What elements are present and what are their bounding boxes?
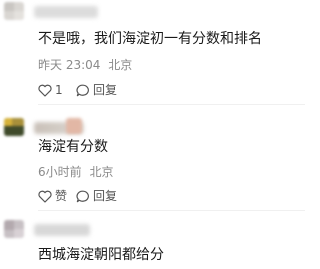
- comment-meta: 6小时前 北京: [38, 165, 113, 179]
- comment-meta: 昨天 23:04 北京: [38, 58, 132, 72]
- username[interactable]: [34, 224, 90, 236]
- avatar[interactable]: [4, 118, 24, 136]
- reply-label: 回复: [93, 189, 118, 203]
- like-button[interactable]: 1: [38, 82, 63, 98]
- user-badge: [66, 118, 82, 134]
- comment-item: 海淀有分数 6小时前 北京 赞 回复: [0, 110, 305, 211]
- comment-time: 昨天 23:04: [38, 58, 101, 72]
- divider: [38, 104, 305, 105]
- like-count: 1: [55, 83, 63, 97]
- reply-label: 回复: [93, 83, 118, 97]
- comment-location: 北京: [108, 58, 133, 72]
- divider: [38, 210, 305, 211]
- comment-item: 不是哦，我们海淀初一有分数和排名 昨天 23:04 北京 1 回复: [0, 0, 305, 105]
- comment-item: 西城海淀朝阳都给分: [0, 212, 305, 269]
- chat-bubble-icon: [76, 190, 89, 202]
- comment-text: 海淀有分数: [38, 139, 108, 155]
- comment-text: 西城海淀朝阳都给分: [38, 247, 164, 263]
- reply-button[interactable]: 回复: [76, 188, 117, 204]
- comment-time: 6小时前: [38, 165, 82, 179]
- chat-bubble-icon: [76, 84, 89, 96]
- heart-icon: [38, 190, 52, 203]
- reply-button[interactable]: 回复: [76, 82, 117, 98]
- comment-text: 不是哦，我们海淀初一有分数和排名: [38, 31, 262, 47]
- like-label: 赞: [55, 189, 68, 203]
- heart-icon: [38, 84, 52, 97]
- like-button[interactable]: 赞: [38, 188, 67, 204]
- username[interactable]: [34, 6, 98, 18]
- avatar[interactable]: [4, 220, 24, 238]
- avatar[interactable]: [4, 2, 24, 20]
- comment-location: 北京: [89, 165, 114, 179]
